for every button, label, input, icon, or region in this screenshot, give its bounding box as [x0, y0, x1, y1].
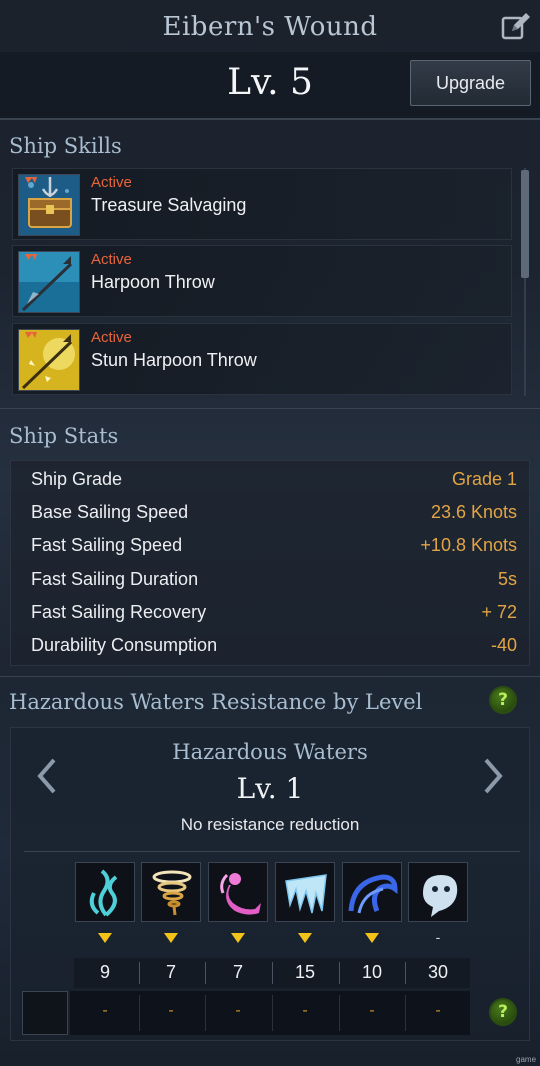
mermaid-icon[interactable] — [208, 862, 268, 922]
whirlwind-icon[interactable] — [141, 862, 201, 922]
skill-type-label: Active — [91, 251, 132, 268]
stat-row-durability: Durability Consumption -40 — [31, 635, 517, 665]
divider — [0, 118, 540, 120]
resistance-value: - — [369, 1002, 375, 1019]
hazard-level: Lv. 1 — [236, 772, 304, 805]
level-marker-icon — [75, 930, 135, 946]
stat-value: 23.6 Knots — [430, 502, 517, 522]
level-marker-icon — [141, 930, 201, 946]
stat-label: Ship Grade — [31, 469, 123, 489]
harpoon-icon — [18, 251, 80, 313]
stat-row-ship-grade: Ship Grade Grade 1 — [31, 469, 517, 499]
stat-label: Base Sailing Speed — [31, 502, 189, 522]
stat-label: Durability Consumption — [31, 635, 218, 655]
skills-scrollbar[interactable] — [520, 168, 530, 396]
skills-list: Active Treasure Salvaging Active Harpoon… — [10, 168, 528, 396]
stat-value: + 72 — [481, 602, 517, 622]
skill-item-treasure-salvaging[interactable]: Active Treasure Salvaging — [12, 168, 512, 240]
resistance-value: - — [102, 1002, 108, 1019]
separator — [339, 995, 340, 1031]
skill-type-label: Active — [91, 174, 132, 191]
stat-label: Fast Sailing Duration — [31, 569, 199, 589]
treasure-chest-icon — [18, 174, 80, 236]
resistance-value: - — [168, 1002, 174, 1019]
separator — [405, 995, 406, 1031]
stat-label: Fast Sailing Speed — [31, 535, 183, 555]
wave-icon[interactable] — [342, 862, 402, 922]
hazard-value: 7 — [165, 962, 176, 982]
stat-label: Fast Sailing Recovery — [31, 602, 207, 622]
hazard-value: 7 — [232, 962, 243, 982]
skill-item-stun-harpoon-throw[interactable]: Active Stun Harpoon Throw — [12, 323, 512, 395]
hazard-value: 30 — [427, 962, 449, 982]
level-marker-icon — [342, 930, 402, 946]
skill-item-harpoon-throw[interactable]: Active Harpoon Throw — [12, 245, 512, 317]
stat-value: +10.8 Knots — [420, 535, 517, 555]
ice-icon[interactable] — [275, 862, 335, 922]
edit-icon[interactable] — [500, 10, 532, 42]
stun-harpoon-icon — [18, 329, 80, 391]
separator — [139, 962, 140, 984]
hazard-resistance-heading: Hazardous Waters Resistance by Level — [9, 690, 423, 714]
separator — [339, 962, 340, 984]
hazard-value: 9 — [99, 962, 110, 982]
separator — [139, 995, 140, 1031]
scroll-thumb[interactable] — [521, 170, 529, 278]
ship-name-title: Eibern's Wound — [162, 12, 378, 42]
divider — [24, 851, 520, 852]
ship-skills-heading: Ship Skills — [9, 134, 122, 158]
divider — [0, 676, 540, 677]
help-icon[interactable]: ? — [489, 998, 517, 1026]
skill-name-label: Treasure Salvaging — [91, 195, 247, 215]
skill-name-label: Harpoon Throw — [91, 272, 215, 292]
skill-type-label: Active — [91, 329, 132, 346]
level-marker-none: - — [435, 929, 441, 945]
prev-level-arrow-icon[interactable] — [32, 756, 60, 796]
ghost-icon[interactable] — [408, 862, 468, 922]
separator — [272, 995, 273, 1031]
level-marker-icon — [208, 930, 268, 946]
hazard-description: No resistance reduction — [180, 815, 360, 834]
next-level-arrow-icon[interactable] — [480, 756, 508, 796]
level-marker-icon — [275, 930, 335, 946]
help-icon[interactable]: ? — [489, 686, 517, 714]
resistance-value: - — [435, 1002, 441, 1019]
watermark: game — [516, 1055, 537, 1064]
separator — [205, 995, 206, 1031]
kelp-icon[interactable] — [75, 862, 135, 922]
equipment-slot[interactable] — [22, 991, 68, 1035]
hazard-subtitle: Hazardous Waters — [172, 740, 368, 764]
divider — [0, 408, 540, 409]
stat-value: 5s — [497, 569, 517, 589]
hazard-value: 10 — [361, 962, 383, 982]
skill-name-label: Stun Harpoon Throw — [91, 350, 257, 370]
separator — [272, 962, 273, 984]
upgrade-button[interactable]: Upgrade — [410, 60, 531, 106]
stat-row-fast-recovery: Fast Sailing Recovery + 72 — [31, 602, 517, 632]
resistance-value: - — [235, 1002, 241, 1019]
stat-value: -40 — [490, 635, 517, 655]
hazard-value: 15 — [294, 962, 316, 982]
ship-stats-heading: Ship Stats — [9, 424, 119, 448]
stat-value: Grade 1 — [451, 469, 517, 489]
stat-row-base-speed: Base Sailing Speed 23.6 Knots — [31, 502, 517, 532]
separator — [405, 962, 406, 984]
separator — [205, 962, 206, 984]
resistance-value: - — [302, 1002, 308, 1019]
stats-panel: Ship Grade Grade 1 Base Sailing Speed 23… — [10, 460, 530, 666]
stat-row-fast-duration: Fast Sailing Duration 5s — [31, 569, 517, 599]
stat-row-fast-speed: Fast Sailing Speed +10.8 Knots — [31, 535, 517, 565]
